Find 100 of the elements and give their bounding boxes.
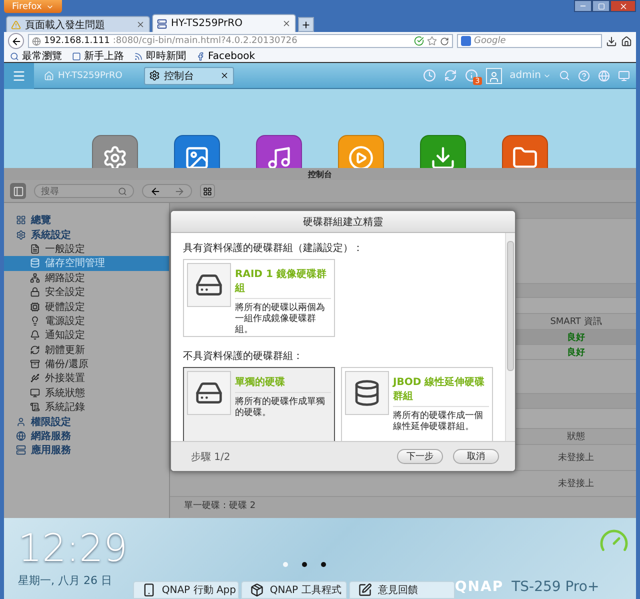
close-button[interactable]	[610, 0, 636, 12]
option-card[interactable]: RAID 1 鏡像硬碟群組 將所有的硬碟以兩個為一組作成鏡像硬碟群組。	[183, 259, 335, 337]
app-tile[interactable]	[256, 135, 302, 168]
app-tile[interactable]	[174, 135, 220, 168]
download-icon[interactable]	[606, 36, 617, 46]
disk-stack-icon	[353, 379, 381, 407]
option-card[interactable]: 單獨的硬碟 將所有的硬碟作成單獨的硬碟。	[183, 367, 335, 441]
check-icon	[414, 36, 424, 46]
page-dot[interactable]	[302, 562, 307, 567]
sidebar-item[interactable]: 電源設定	[4, 314, 169, 328]
grid-button[interactable]	[200, 184, 215, 198]
gear-icon	[149, 70, 160, 81]
table-cell-text: 未登接上	[557, 452, 595, 464]
sidebar-item[interactable]: 權限設定	[4, 414, 169, 429]
reload-icon[interactable]	[440, 36, 449, 46]
back-arrow-icon	[10, 36, 22, 46]
menu-button[interactable]	[4, 62, 34, 88]
sidebar-item[interactable]: 總覽	[4, 213, 169, 228]
card-title: RAID 1 鏡像硬碟群組	[235, 267, 331, 299]
model-name: TS-259 Pro+	[512, 579, 600, 595]
shortcut-tab[interactable]: QNAP 行動 App	[132, 581, 239, 599]
back-arrow-icon[interactable]	[150, 186, 160, 196]
new-tab-button[interactable]	[298, 17, 314, 32]
sidebar-item[interactable]: 網路設定	[4, 270, 169, 285]
bell-icon	[30, 330, 40, 340]
gear-icon	[102, 145, 128, 168]
sidebar-toggle-button[interactable]	[10, 183, 26, 199]
back-button[interactable]	[8, 33, 24, 49]
scroll-thumb[interactable]	[507, 241, 514, 371]
app-tile[interactable]	[502, 135, 548, 168]
plus-icon	[301, 20, 311, 30]
sidebar-item[interactable]: 網路服務	[4, 428, 169, 444]
close-icon[interactable]	[282, 19, 291, 28]
table-cell-text: 單一硬碟：硬碟 2	[184, 500, 256, 512]
music-icon	[266, 145, 292, 168]
bookmark-link[interactable]: 最常瀏覽	[10, 49, 62, 63]
next-button[interactable]: 下一步	[397, 449, 443, 464]
sidebar-item[interactable]: 硬體設定	[4, 299, 169, 314]
bookmark-link[interactable]: 即時新聞	[134, 49, 186, 63]
browser-tab[interactable]: HY-TS259PrRO	[152, 14, 296, 32]
sidebar-item[interactable]: 韌體更新	[4, 342, 169, 357]
card-title: JBOD 線性延伸硬碟群組	[393, 375, 489, 407]
sidebar-item[interactable]: 系統設定	[4, 227, 169, 242]
monitor-icon	[30, 388, 40, 398]
shortcut-tab[interactable]: 意見回饋	[348, 581, 455, 599]
app-tile[interactable]	[420, 135, 466, 168]
sidebar-item[interactable]: 安全設定	[4, 284, 169, 300]
app-tile[interactable]	[338, 135, 384, 168]
close-icon[interactable]	[220, 71, 229, 80]
page-dot[interactable]	[320, 562, 326, 567]
search-field[interactable]: Google	[457, 34, 602, 48]
sidebar-item[interactable]: 外接裝置	[4, 371, 169, 386]
play-icon	[348, 145, 374, 168]
option-card[interactable]: JBOD 線性延伸硬碟群組 將所有的硬碟作成一個線性延伸硬碟群組。	[341, 367, 493, 441]
clock-date: 星期一, 八月 26 日	[18, 573, 113, 588]
dialog-title: 硬碟群組建立精靈	[171, 211, 515, 233]
sidebar-item[interactable]: 系統狀態	[4, 386, 169, 400]
card-description: 將所有的硬碟以兩個為一組作成鏡像硬碟群組。	[235, 303, 326, 336]
log-icon	[30, 402, 40, 412]
shortcut-tab[interactable]: QNAP 工具程式	[240, 581, 347, 599]
minimize-button[interactable]	[574, 0, 592, 12]
maximize-icon	[598, 2, 604, 10]
app-tile[interactable]	[92, 135, 138, 168]
lock-icon	[30, 287, 40, 298]
phone-icon	[142, 583, 156, 597]
globe-icon	[32, 36, 41, 46]
info-icon[interactable]	[464, 69, 478, 82]
clock-time: 12:29	[18, 529, 129, 567]
bookmark-link[interactable]: 新手上路	[72, 49, 124, 63]
maximize-button[interactable]	[592, 0, 610, 12]
sidebar-item[interactable]: 備份/還原	[4, 356, 169, 372]
brand-logo: QNAP	[454, 579, 504, 595]
page-dot[interactable]	[282, 562, 288, 567]
site-icon	[157, 18, 167, 28]
browser-tab[interactable]: 頁面載入發生問題	[6, 16, 150, 32]
grid-icon	[203, 186, 212, 196]
card-description: 將所有的硬碟作成單獨的硬碟。	[235, 397, 326, 419]
address-field[interactable]: 192.168.1.111 :8080/cgi-bin/main.html?4.0.2.20130726	[28, 34, 453, 48]
app-tab[interactable]: 控制台	[144, 66, 234, 84]
document-icon	[30, 244, 40, 254]
column-header: SMART 資訊	[549, 316, 603, 328]
cancel-button[interactable]: 取消	[453, 449, 499, 464]
home-icon[interactable]	[621, 36, 632, 46]
step-indicator: 步驟 1/2	[191, 450, 232, 464]
sidebar-item[interactable]: 通知設定	[4, 328, 169, 343]
bookmark-link[interactable]: Facebook	[196, 50, 255, 62]
folder-icon	[512, 145, 538, 168]
refresh-icon	[30, 344, 40, 355]
gear-icon	[16, 230, 26, 240]
sidebar-item[interactable]: 應用服務	[4, 443, 169, 458]
scrollbar[interactable]	[505, 233, 515, 441]
window-title: 控制台	[4, 168, 636, 180]
sidebar-item[interactable]: 一般設定	[4, 242, 169, 256]
grid-icon	[16, 215, 26, 226]
database-icon	[30, 258, 40, 268]
table-cell-text: 良好	[566, 346, 586, 358]
card-title: 單獨的硬碟	[235, 375, 331, 393]
image-icon	[184, 145, 210, 168]
sidebar-item[interactable]: 系統記錄	[4, 400, 169, 414]
star-icon[interactable]	[427, 36, 437, 46]
